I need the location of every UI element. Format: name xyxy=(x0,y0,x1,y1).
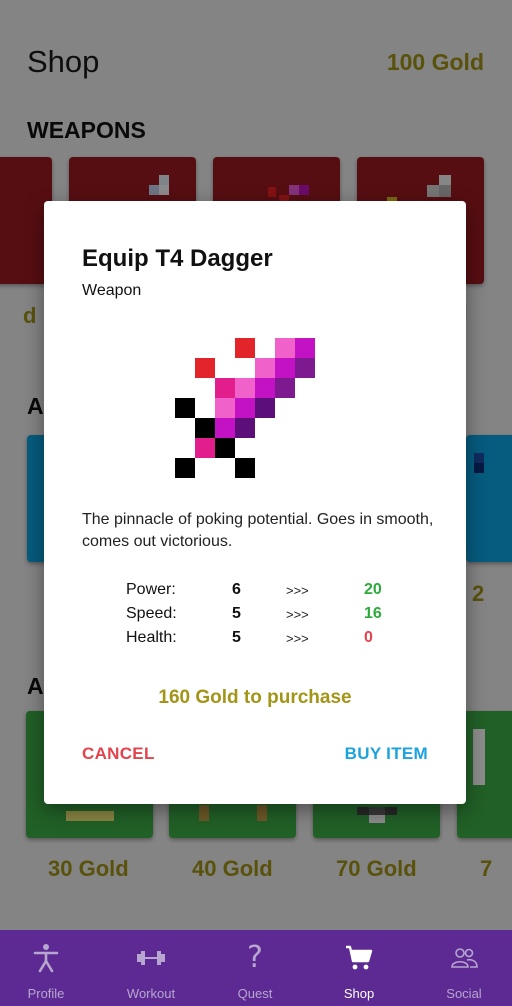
stat-label: Health: xyxy=(126,629,177,646)
nav-item-shop[interactable]: Shop xyxy=(308,930,410,1006)
dialog-subtitle: Weapon xyxy=(82,282,142,299)
stat-arrow: >>> xyxy=(286,583,309,598)
nav-item-profile[interactable]: Profile xyxy=(0,930,97,1006)
stat-new: 16 xyxy=(364,605,382,622)
nav-item-workout[interactable]: Workout xyxy=(100,930,202,1006)
stat-arrow: >>> xyxy=(286,607,309,622)
stat-current: 5 xyxy=(232,605,241,622)
nav-item-quest[interactable]: ? Quest xyxy=(204,930,306,1006)
nav-item-social[interactable]: Social xyxy=(413,930,512,1006)
person-icon xyxy=(33,944,59,973)
dagger-sprite-icon xyxy=(175,338,315,478)
nav-label: Profile xyxy=(27,986,65,1001)
shop-screen: Shop 100 Gold WEAPONS d A 2 A 30 Gold 40… xyxy=(0,0,512,1006)
nav-label: Quest xyxy=(237,986,273,1001)
question-icon: ? xyxy=(247,940,263,975)
cancel-button[interactable]: CANCEL xyxy=(82,744,155,764)
stat-current: 6 xyxy=(232,581,241,598)
nav-label: Shop xyxy=(343,986,375,1001)
cart-icon xyxy=(346,945,373,970)
stat-new: 0 xyxy=(364,629,373,646)
dumbbell-icon xyxy=(137,951,165,965)
dialog-title: Equip T4 Dagger xyxy=(82,245,273,272)
bottom-nav: Profile Workout ? Quest Shop Social xyxy=(0,930,512,1006)
people-icon xyxy=(451,948,478,968)
stat-arrow: >>> xyxy=(286,631,309,646)
nav-label: Social xyxy=(446,986,482,1001)
stat-new: 20 xyxy=(364,581,382,598)
equip-dialog: Equip T4 Dagger Weapon The pinnacle of p… xyxy=(44,201,466,804)
nav-label: Workout xyxy=(126,986,176,1001)
purchase-cost: 160 Gold to purchase xyxy=(158,687,352,708)
stat-row-speed: Speed: 5 >>> 16 xyxy=(126,605,406,627)
stat-row-health: Health: 5 >>> 0 xyxy=(126,629,406,651)
stat-row-power: Power: 6 >>> 20 xyxy=(126,581,406,603)
stat-current: 5 xyxy=(232,629,241,646)
stat-label: Power: xyxy=(126,581,176,598)
buy-item-button[interactable]: BUY ITEM xyxy=(345,744,428,764)
stat-label: Speed: xyxy=(126,605,177,622)
item-description: The pinnacle of poking potential. Goes i… xyxy=(82,511,434,550)
